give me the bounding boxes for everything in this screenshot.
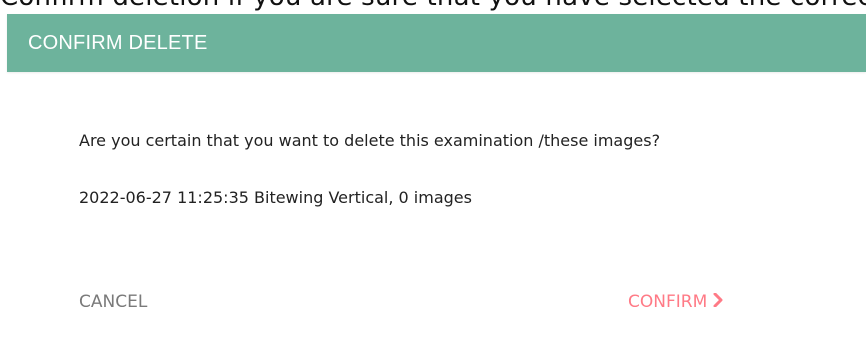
confirmation-message: Are you certain that you want to delete … [79,131,661,150]
cancel-label: CANCEL [79,292,148,312]
dialog-title: CONFIRM DELETE [28,32,208,54]
examination-details: 2022-06-27 11:25:35 Bitewing Vertical, 0… [79,188,472,207]
confirm-label: CONFIRM [628,292,708,312]
confirm-button[interactable]: CONFIRM [628,286,723,318]
background-instruction-text: Confirm deletion if you are sure that yo… [0,0,866,11]
chevron-right-icon [713,286,723,318]
dialog-header: CONFIRM DELETE [7,14,866,72]
cancel-button[interactable]: CANCEL [79,286,147,318]
